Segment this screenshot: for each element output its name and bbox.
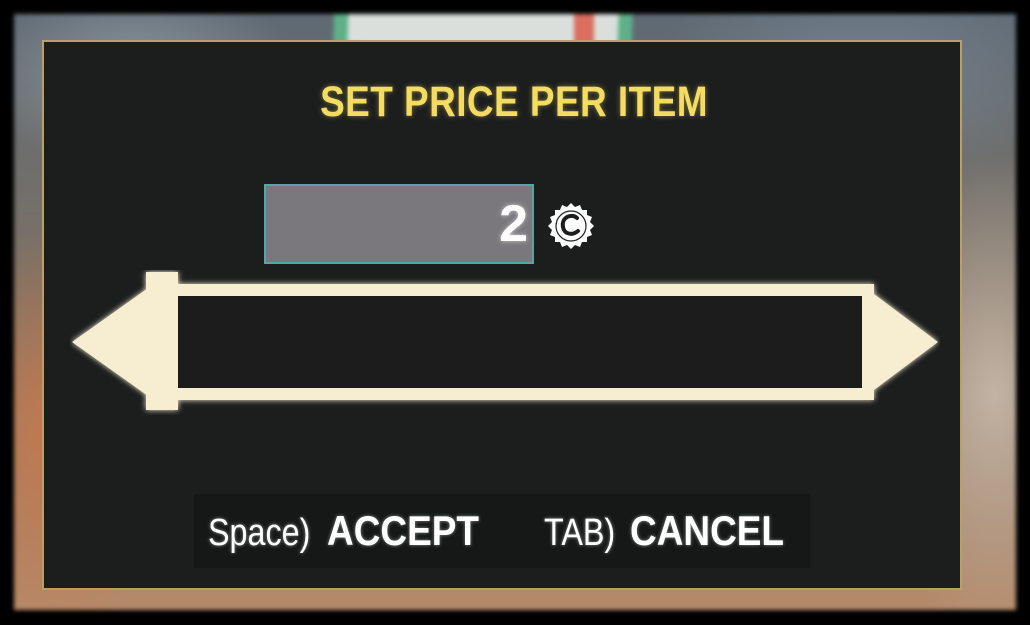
slider-handle (146, 272, 178, 410)
price-input-field[interactable]: 2 (264, 184, 534, 264)
slider-right-arrow (866, 288, 938, 396)
dialog-title: SET PRICE PER ITEM (320, 78, 708, 126)
game-screen: SET PRICE PER ITEM 2 Space) ACCEPT TAB) … (0, 0, 1030, 625)
price-value: 2 (499, 195, 528, 253)
price-slider[interactable] (70, 270, 940, 415)
bottle-cap-icon (548, 203, 594, 249)
cancel-button[interactable]: TAB) CANCEL (544, 504, 805, 558)
cancel-key-hint: TAB) (544, 512, 616, 554)
accept-label: ACCEPT (326, 507, 479, 554)
slider-left-arrow (72, 288, 148, 396)
slider-track-inner (162, 296, 862, 388)
accept-button[interactable]: Space) ACCEPT (208, 504, 500, 558)
cancel-label: CANCEL (630, 507, 785, 554)
price-slider-graphic (72, 272, 938, 410)
accept-key-hint: Space) (208, 512, 311, 554)
button-hints-bar: Space) ACCEPT TAB) CANCEL (194, 494, 810, 568)
